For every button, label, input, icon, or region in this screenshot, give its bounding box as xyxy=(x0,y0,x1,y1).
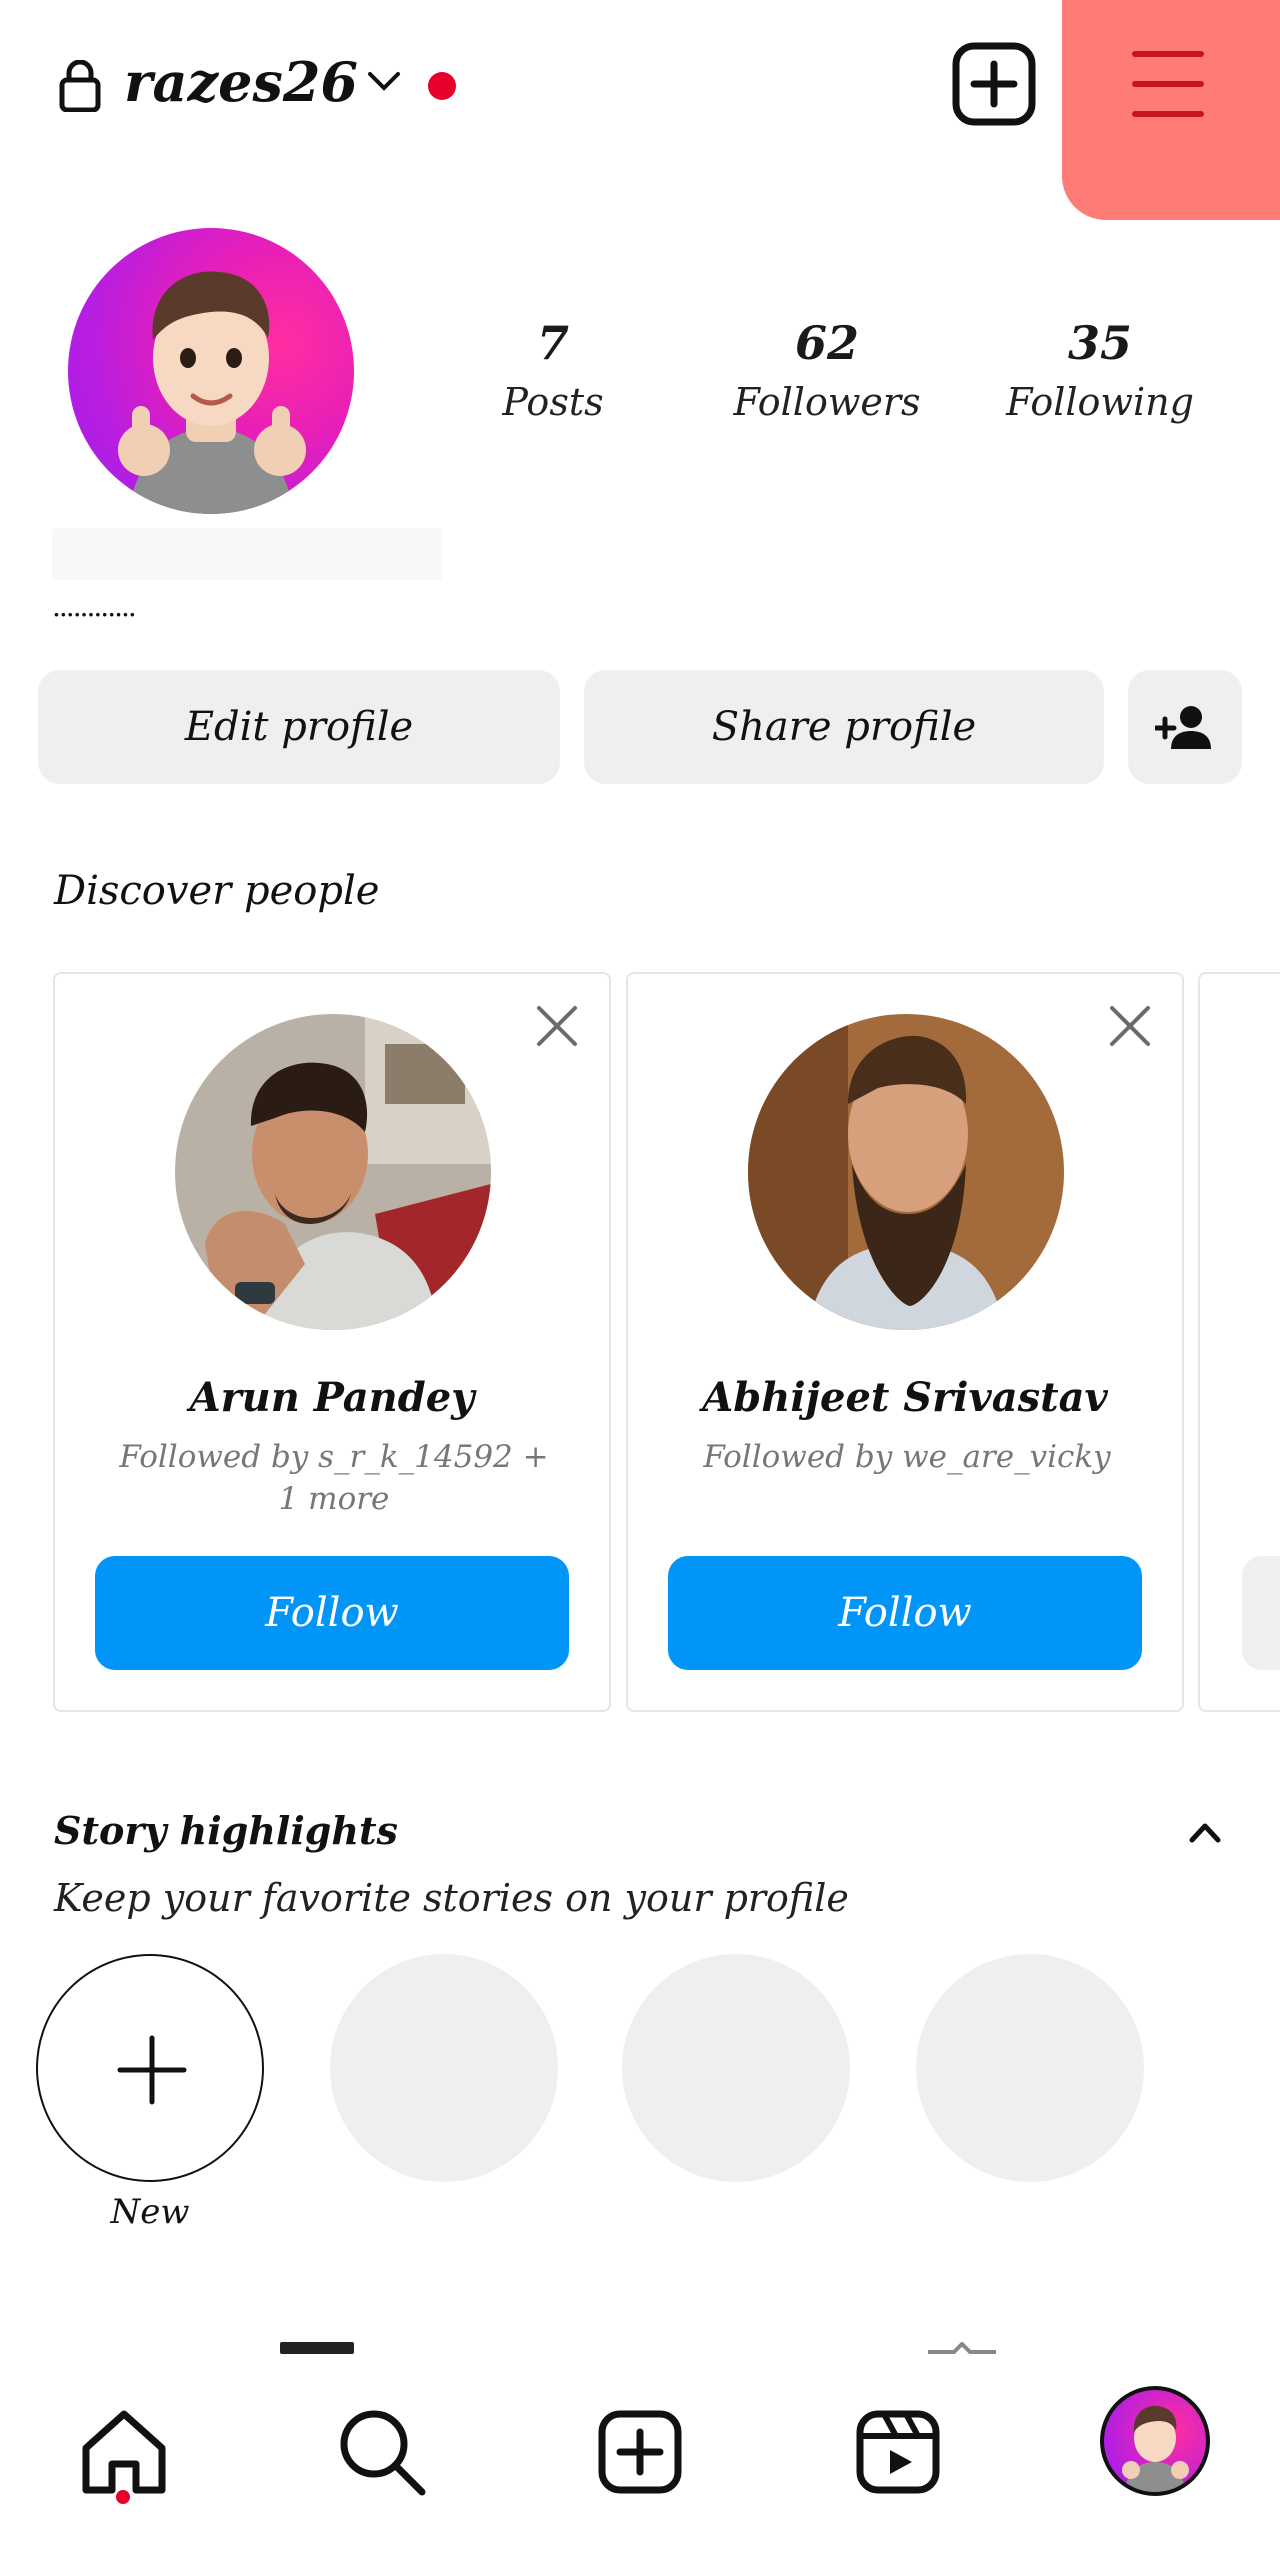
bio-text: ............ xyxy=(52,590,137,623)
home-active-dot xyxy=(116,2490,130,2504)
share-profile-button[interactable]: Share profile xyxy=(584,670,1104,784)
close-icon[interactable] xyxy=(535,1004,579,1048)
new-highlight-button[interactable] xyxy=(36,1954,264,2182)
close-icon[interactable] xyxy=(1108,1004,1152,1048)
menu-button[interactable] xyxy=(1062,0,1280,220)
avatar-illustration xyxy=(1122,2405,1189,2492)
menu-icon xyxy=(1132,51,1204,117)
stat-label: Posts xyxy=(502,380,604,424)
follow-button[interactable]: Follow xyxy=(95,1556,569,1670)
stat-label: Following xyxy=(1006,380,1194,424)
chevron-up-icon[interactable] xyxy=(1186,1818,1224,1846)
bottom-navigation xyxy=(0,2358,1280,2560)
add-person-icon xyxy=(1155,706,1211,749)
profile-tab-avatar[interactable] xyxy=(1100,2386,1210,2496)
plus-icon xyxy=(117,2035,187,2105)
lock-icon xyxy=(59,60,101,112)
follow-button-partial[interactable] xyxy=(1242,1556,1280,1670)
new-highlight-label: New xyxy=(110,2192,190,2232)
follow-button[interactable]: Follow xyxy=(668,1556,1142,1670)
stat-value: 7 xyxy=(536,316,569,370)
highlight-placeholder xyxy=(622,1954,850,2182)
discover-people-title: Discover people xyxy=(54,868,380,914)
stat-following[interactable]: 35 Following xyxy=(975,312,1225,430)
create-icon[interactable] xyxy=(590,2402,690,2502)
stat-followers[interactable]: 62 Followers xyxy=(702,312,952,430)
edit-profile-button[interactable]: Edit profile xyxy=(38,670,560,784)
account-username[interactable]: razes26 xyxy=(124,44,358,120)
chevron-down-icon[interactable] xyxy=(366,68,402,96)
avatar-illustration xyxy=(118,271,306,514)
search-icon[interactable] xyxy=(332,2402,432,2502)
reels-icon[interactable] xyxy=(848,2402,948,2502)
suggestion-card: Arun Pandey Followed by s_r_k_14592 + 1 … xyxy=(53,972,611,1712)
grid-tab-icon-partial[interactable] xyxy=(280,2342,354,2354)
profile-avatar[interactable] xyxy=(68,228,354,514)
suggestion-name: Arun Pandey xyxy=(189,1374,475,1421)
display-name-placeholder xyxy=(52,528,442,580)
stat-value: 35 xyxy=(1067,316,1132,370)
suggestion-subtitle: Followed by we_are_vicky xyxy=(703,1439,1111,1475)
highlight-placeholder xyxy=(330,1954,558,2182)
discover-people-button[interactable] xyxy=(1128,670,1242,784)
suggestion-card: Abhijeet Srivastav Followed by we_are_vi… xyxy=(626,972,1184,1712)
stat-value: 62 xyxy=(794,316,859,370)
tagged-tab-icon-partial[interactable] xyxy=(924,2342,1000,2354)
suggestion-card-partial[interactable] xyxy=(1198,972,1280,1712)
suggestion-avatar[interactable] xyxy=(748,1014,1064,1330)
story-highlights-title: Story highlights xyxy=(54,1808,398,1853)
user-photo xyxy=(175,1014,491,1330)
home-icon[interactable] xyxy=(74,2402,174,2502)
create-plus-icon[interactable] xyxy=(950,40,1038,128)
suggestion-name: Abhijeet Srivastav xyxy=(702,1374,1108,1421)
notification-dot xyxy=(428,72,456,100)
suggestion-subtitle: Followed by s_r_k_14592 + 1 more xyxy=(119,1439,549,1517)
stat-label: Followers xyxy=(733,380,921,424)
highlight-placeholder xyxy=(916,1954,1144,2182)
user-photo xyxy=(748,1014,1064,1330)
stat-posts[interactable]: 7 Posts xyxy=(428,312,678,430)
story-highlights-subtitle: Keep your favorite stories on your profi… xyxy=(54,1876,849,1920)
suggestion-avatar[interactable] xyxy=(175,1014,491,1330)
